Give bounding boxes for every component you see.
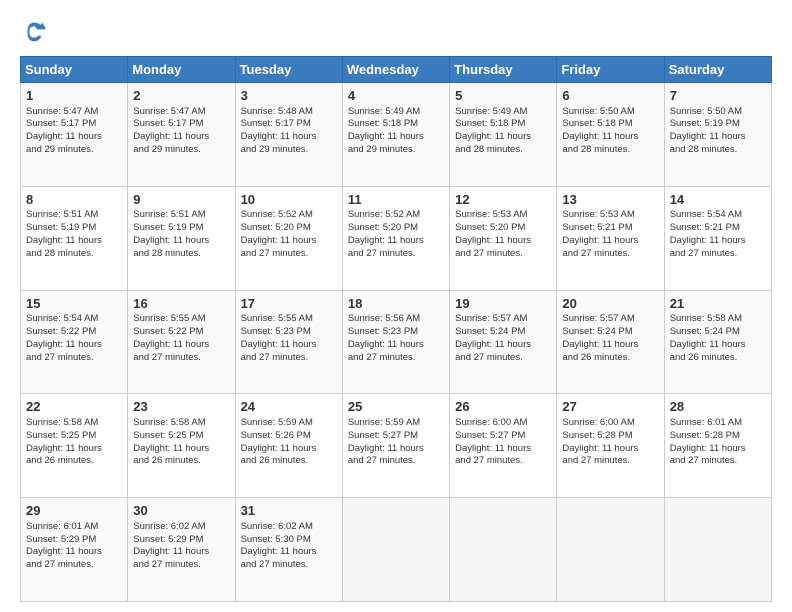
day-number: 5: [455, 87, 551, 105]
day-number: 21: [670, 295, 766, 313]
day-number: 17: [241, 295, 337, 313]
day-number: 30: [133, 502, 229, 520]
calendar-week-row: 8Sunrise: 5:51 AMSunset: 5:19 PMDaylight…: [21, 186, 772, 290]
day-number: 16: [133, 295, 229, 313]
weekday-header: Friday: [557, 57, 664, 83]
day-number: 14: [670, 191, 766, 209]
calendar-cell: 9Sunrise: 5:51 AMSunset: 5:19 PMDaylight…: [128, 186, 235, 290]
day-number: 28: [670, 398, 766, 416]
calendar-week-row: 15Sunrise: 5:54 AMSunset: 5:22 PMDayligh…: [21, 290, 772, 394]
weekday-header: Sunday: [21, 57, 128, 83]
day-number: 29: [26, 502, 122, 520]
day-number: 26: [455, 398, 551, 416]
calendar-week-row: 1Sunrise: 5:47 AMSunset: 5:17 PMDaylight…: [21, 83, 772, 187]
calendar-cell: 22Sunrise: 5:58 AMSunset: 5:25 PMDayligh…: [21, 394, 128, 498]
calendar-cell: 15Sunrise: 5:54 AMSunset: 5:22 PMDayligh…: [21, 290, 128, 394]
calendar-cell: 27Sunrise: 6:00 AMSunset: 5:28 PMDayligh…: [557, 394, 664, 498]
day-number: 7: [670, 87, 766, 105]
calendar-cell: 7Sunrise: 5:50 AMSunset: 5:19 PMDaylight…: [664, 83, 771, 187]
day-number: 9: [133, 191, 229, 209]
calendar-body: 1Sunrise: 5:47 AMSunset: 5:17 PMDaylight…: [21, 83, 772, 602]
day-number: 4: [348, 87, 444, 105]
calendar-cell: 26Sunrise: 6:00 AMSunset: 5:27 PMDayligh…: [450, 394, 557, 498]
weekday-header: Monday: [128, 57, 235, 83]
weekday-header: Tuesday: [235, 57, 342, 83]
calendar-week-row: 29Sunrise: 6:01 AMSunset: 5:29 PMDayligh…: [21, 498, 772, 602]
calendar-cell: 4Sunrise: 5:49 AMSunset: 5:18 PMDaylight…: [342, 83, 449, 187]
day-number: 25: [348, 398, 444, 416]
day-number: 18: [348, 295, 444, 313]
calendar-table: SundayMondayTuesdayWednesdayThursdayFrid…: [20, 56, 772, 602]
calendar-cell: [450, 498, 557, 602]
calendar-cell: 3Sunrise: 5:48 AMSunset: 5:17 PMDaylight…: [235, 83, 342, 187]
day-number: 15: [26, 295, 122, 313]
calendar-cell: 11Sunrise: 5:52 AMSunset: 5:20 PMDayligh…: [342, 186, 449, 290]
calendar-cell: 10Sunrise: 5:52 AMSunset: 5:20 PMDayligh…: [235, 186, 342, 290]
calendar-cell: 31Sunrise: 6:02 AMSunset: 5:30 PMDayligh…: [235, 498, 342, 602]
weekday-header: Saturday: [664, 57, 771, 83]
calendar-cell: 30Sunrise: 6:02 AMSunset: 5:29 PMDayligh…: [128, 498, 235, 602]
calendar-cell: 20Sunrise: 5:57 AMSunset: 5:24 PMDayligh…: [557, 290, 664, 394]
day-number: 3: [241, 87, 337, 105]
calendar-cell: 28Sunrise: 6:01 AMSunset: 5:28 PMDayligh…: [664, 394, 771, 498]
calendar-cell: 5Sunrise: 5:49 AMSunset: 5:18 PMDaylight…: [450, 83, 557, 187]
calendar-cell: [664, 498, 771, 602]
day-number: 23: [133, 398, 229, 416]
day-number: 8: [26, 191, 122, 209]
day-number: 11: [348, 191, 444, 209]
calendar-cell: 23Sunrise: 5:58 AMSunset: 5:25 PMDayligh…: [128, 394, 235, 498]
day-number: 12: [455, 191, 551, 209]
calendar-cell: 14Sunrise: 5:54 AMSunset: 5:21 PMDayligh…: [664, 186, 771, 290]
weekday-header: Wednesday: [342, 57, 449, 83]
day-number: 2: [133, 87, 229, 105]
calendar-cell: [342, 498, 449, 602]
calendar-cell: 12Sunrise: 5:53 AMSunset: 5:20 PMDayligh…: [450, 186, 557, 290]
calendar-cell: 21Sunrise: 5:58 AMSunset: 5:24 PMDayligh…: [664, 290, 771, 394]
day-number: 19: [455, 295, 551, 313]
weekday-header: Thursday: [450, 57, 557, 83]
calendar-cell: 6Sunrise: 5:50 AMSunset: 5:18 PMDaylight…: [557, 83, 664, 187]
calendar-cell: 8Sunrise: 5:51 AMSunset: 5:19 PMDaylight…: [21, 186, 128, 290]
logo-icon: [20, 18, 48, 46]
day-number: 27: [562, 398, 658, 416]
page: SundayMondayTuesdayWednesdayThursdayFrid…: [0, 0, 792, 612]
calendar-cell: 18Sunrise: 5:56 AMSunset: 5:23 PMDayligh…: [342, 290, 449, 394]
calendar-cell: 1Sunrise: 5:47 AMSunset: 5:17 PMDaylight…: [21, 83, 128, 187]
day-number: 20: [562, 295, 658, 313]
day-number: 31: [241, 502, 337, 520]
day-number: 22: [26, 398, 122, 416]
day-number: 1: [26, 87, 122, 105]
calendar-cell: 29Sunrise: 6:01 AMSunset: 5:29 PMDayligh…: [21, 498, 128, 602]
logo: [20, 18, 52, 46]
day-number: 24: [241, 398, 337, 416]
calendar-cell: 17Sunrise: 5:55 AMSunset: 5:23 PMDayligh…: [235, 290, 342, 394]
header: [20, 18, 772, 46]
calendar-cell: 13Sunrise: 5:53 AMSunset: 5:21 PMDayligh…: [557, 186, 664, 290]
weekday-row: SundayMondayTuesdayWednesdayThursdayFrid…: [21, 57, 772, 83]
day-number: 10: [241, 191, 337, 209]
day-number: 13: [562, 191, 658, 209]
calendar-cell: 2Sunrise: 5:47 AMSunset: 5:17 PMDaylight…: [128, 83, 235, 187]
calendar-header: SundayMondayTuesdayWednesdayThursdayFrid…: [21, 57, 772, 83]
day-number: 6: [562, 87, 658, 105]
calendar-cell: 16Sunrise: 5:55 AMSunset: 5:22 PMDayligh…: [128, 290, 235, 394]
calendar-week-row: 22Sunrise: 5:58 AMSunset: 5:25 PMDayligh…: [21, 394, 772, 498]
calendar-cell: 19Sunrise: 5:57 AMSunset: 5:24 PMDayligh…: [450, 290, 557, 394]
calendar-cell: 24Sunrise: 5:59 AMSunset: 5:26 PMDayligh…: [235, 394, 342, 498]
calendar-cell: [557, 498, 664, 602]
calendar-cell: 25Sunrise: 5:59 AMSunset: 5:27 PMDayligh…: [342, 394, 449, 498]
